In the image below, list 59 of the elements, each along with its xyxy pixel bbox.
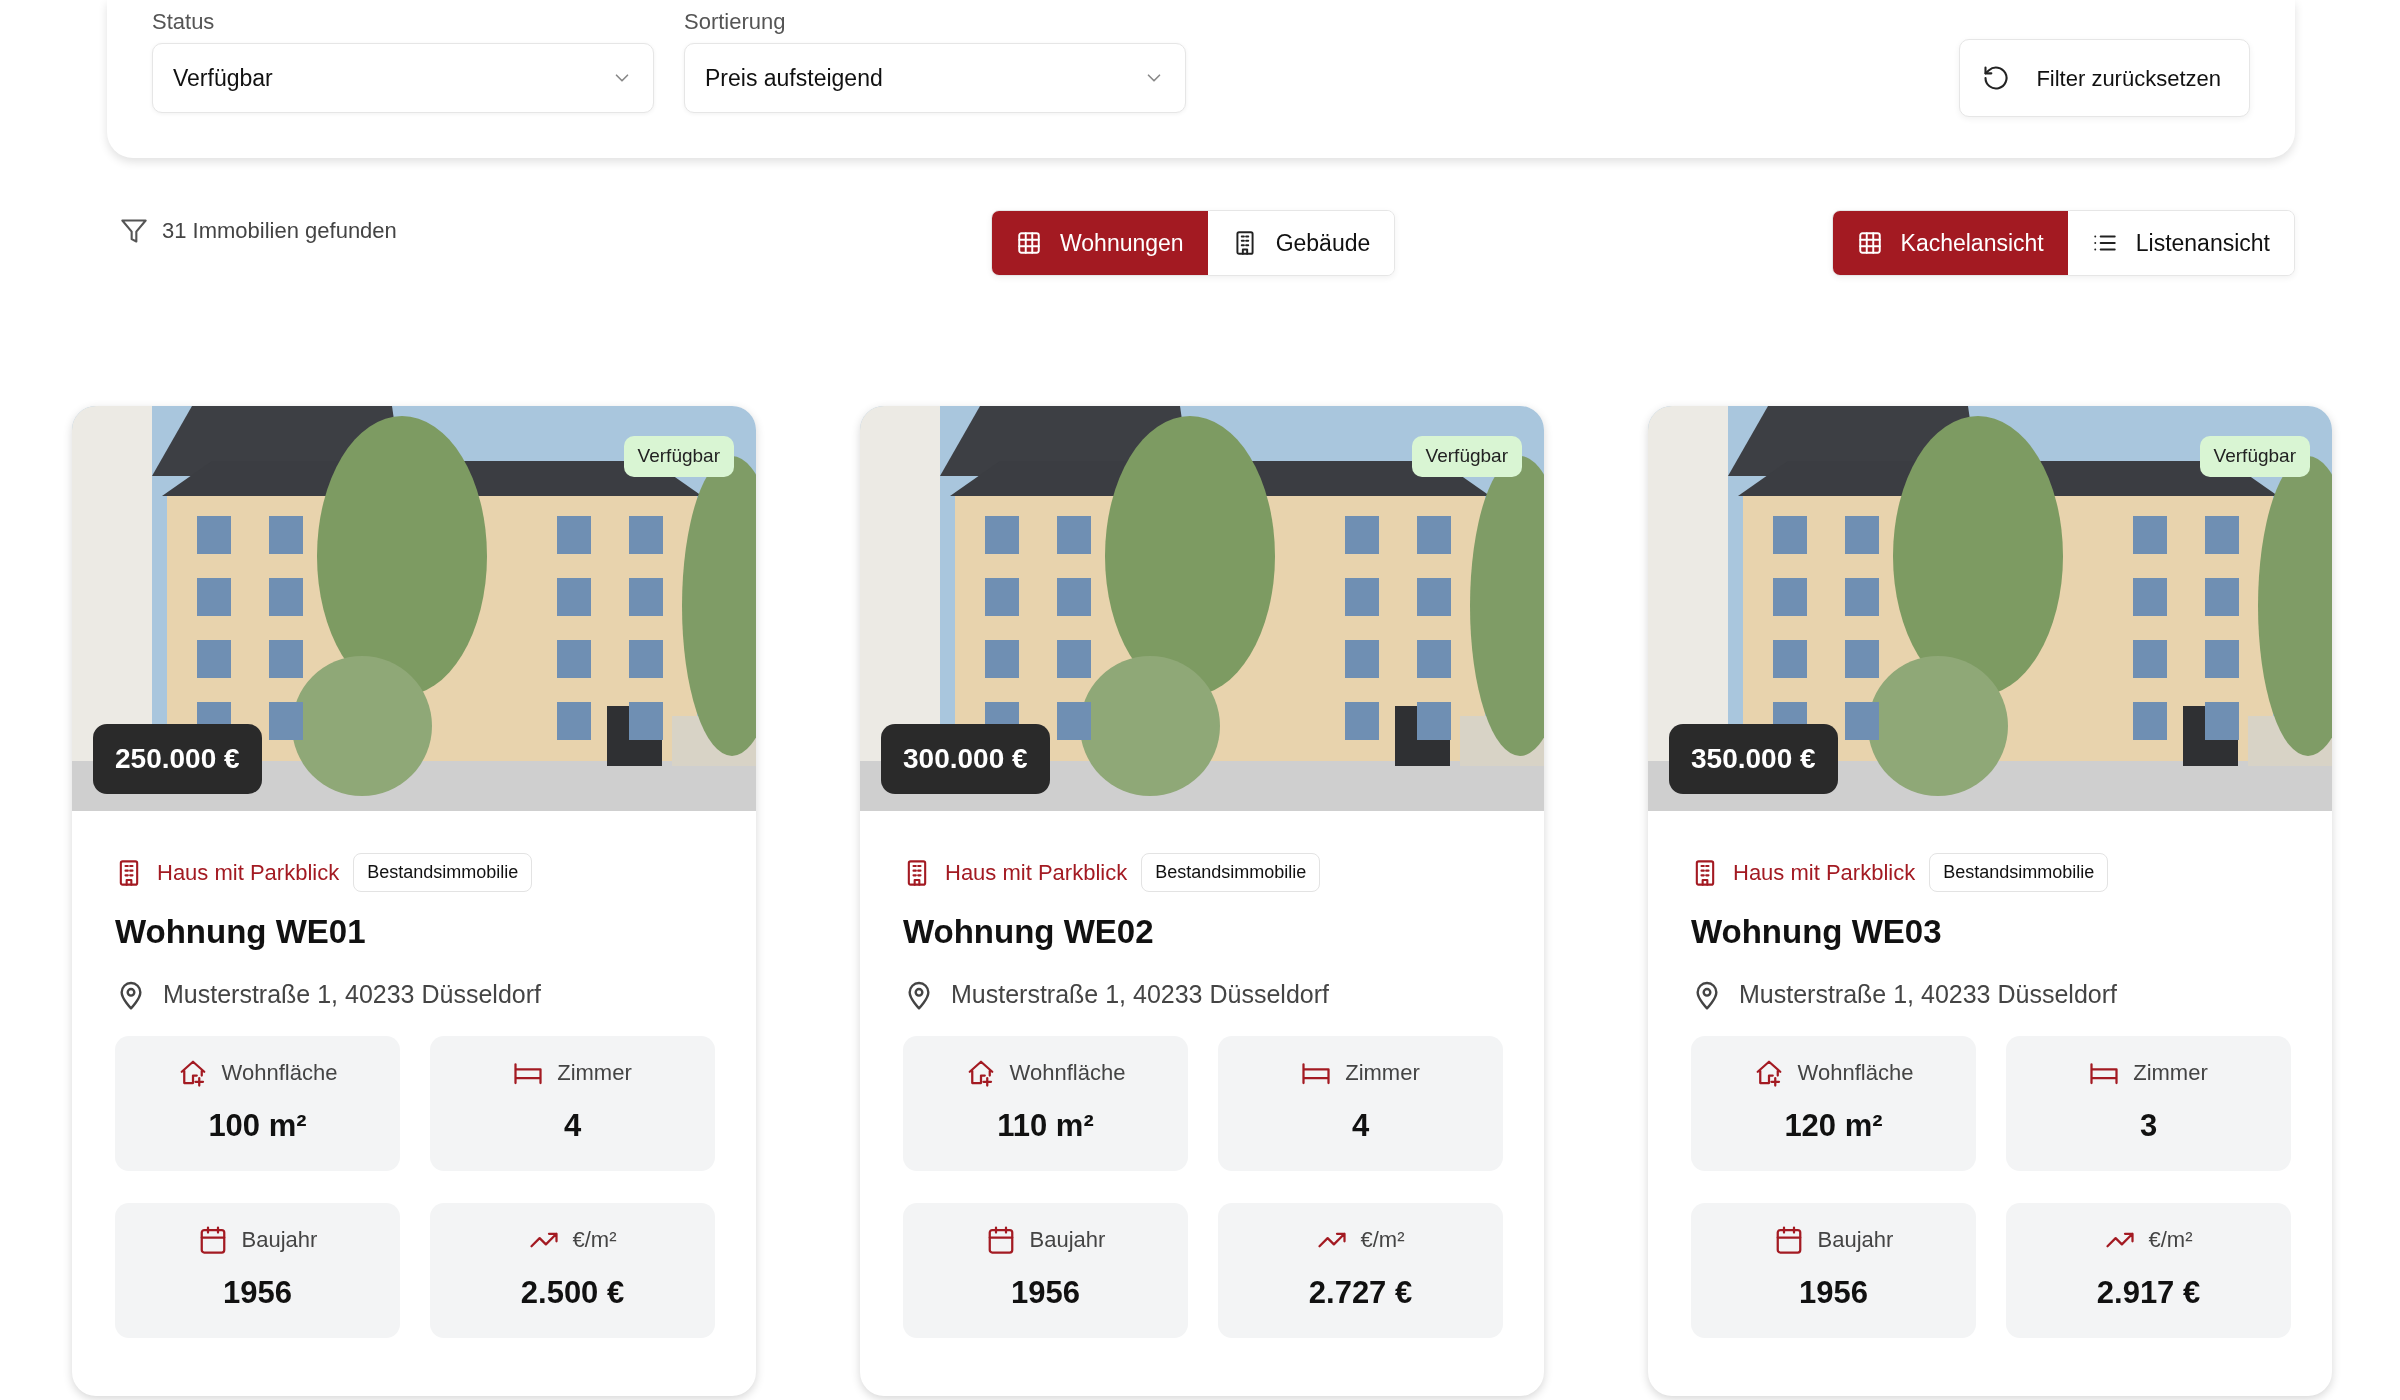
property-card[interactable]: Verfügbar 350.000 € Haus mit Parkblick Bestandsimmobilie Wohnung WE03 Musterstraße 1, 40233 Düsseldorf Wohnfläche 120 m² Zimmer 3 Baujahr 1956 €/m² 2.917 €: [1648, 406, 2332, 1396]
status-badge: Verfügbar: [623, 436, 734, 477]
stat-label: Wohnfläche: [221, 1059, 338, 1088]
filter-label: Status: [152, 9, 216, 35]
stat-value: 1956: [1799, 1274, 1868, 1313]
stat-label: €/m²: [1360, 1226, 1405, 1255]
price-badge: 250.000 €: [93, 724, 262, 794]
stat-label: Zimmer: [2133, 1059, 2208, 1088]
reset-filter-button[interactable]: Filter zurücksetzen: [1959, 39, 2250, 117]
category-tag: Bestandsimmobilie: [353, 853, 533, 892]
stat-value: 120 m²: [1784, 1107, 1883, 1146]
address-text: Musterstraße 1, 40233 Düsseldorf: [163, 979, 541, 1010]
price-badge: 350.000 €: [1669, 724, 1838, 794]
stat-value: 110 m²: [997, 1107, 1094, 1146]
toggle-tab[interactable]: Listenansicht: [2067, 211, 2294, 275]
card-title: Wohnung WE02: [903, 912, 1155, 952]
result-count: 31 Immobilien gefunden: [162, 217, 397, 245]
select-field[interactable]: Verfügbar: [152, 43, 654, 113]
address-text: Musterstraße 1, 40233 Düsseldorf: [1739, 979, 2117, 1010]
card-title: Wohnung WE03: [1691, 912, 1943, 952]
stat-value: 4: [1351, 1107, 1370, 1146]
status-badge: Verfügbar: [2199, 436, 2310, 477]
property-card[interactable]: Verfügbar 250.000 € Haus mit Parkblick Bestandsimmobilie Wohnung WE01 Musterstraße 1, 40233 Düsseldorf Wohnfläche 100 m² Zimmer 4 Baujahr 1956 €/m² 2.500 €: [72, 406, 756, 1396]
stat-label: Zimmer: [557, 1059, 632, 1088]
grid-icon: [1016, 230, 1042, 256]
filter-label: Sortierung: [684, 9, 787, 35]
toggle-tab[interactable]: Gebäude: [1207, 211, 1395, 275]
building-link[interactable]: Haus mit Parkblick: [157, 856, 340, 889]
stat-value: 2.727 €: [1308, 1274, 1413, 1313]
stat-label: Baujahr: [1817, 1226, 1894, 1255]
stat-label: Baujahr: [1029, 1226, 1106, 1255]
stat-value: 2.917 €: [2096, 1274, 2201, 1313]
stat-value: 1956: [223, 1274, 292, 1313]
property-card[interactable]: Verfügbar 300.000 € Haus mit Parkblick Bestandsimmobilie Wohnung WE02 Musterstraße 1, 40233 Düsseldorf Wohnfläche 110 m² Zimmer 4 Baujahr 1956 €/m² 2.727 €: [860, 406, 1544, 1396]
building-link[interactable]: Haus mit Parkblick: [945, 856, 1128, 889]
grid-icon: [1856, 230, 1883, 256]
select-field[interactable]: Preis aufsteigend: [684, 43, 1186, 113]
stat-label: Wohnfläche: [1797, 1059, 1914, 1088]
address-text: Musterstraße 1, 40233 Düsseldorf: [951, 979, 1329, 1010]
status-badge: Verfügbar: [1411, 436, 1522, 477]
card-title: Wohnung WE01: [115, 912, 367, 952]
category-tag: Bestandsimmobilie: [1929, 853, 2109, 892]
toggle-tab[interactable]: Wohnungen: [992, 211, 1208, 275]
filter-icon: [120, 216, 148, 245]
stat-value: 2.500 €: [520, 1274, 625, 1313]
building-link[interactable]: Haus mit Parkblick: [1733, 856, 1916, 889]
toggle-tab[interactable]: Kachelansicht: [1832, 211, 2068, 275]
stat-value: 100 m²: [208, 1107, 307, 1146]
stat-label: €/m²: [572, 1226, 617, 1255]
reset-icon: [1982, 64, 2011, 92]
category-tag: Bestandsimmobilie: [1141, 853, 1321, 892]
stat-label: Baujahr: [241, 1226, 318, 1255]
stat-value: 3: [2139, 1107, 2158, 1146]
price-badge: 300.000 €: [881, 724, 1050, 794]
stat-value: 4: [563, 1107, 582, 1146]
stat-label: Wohnfläche: [1009, 1059, 1126, 1088]
stat-label: Zimmer: [1345, 1059, 1420, 1088]
stat-label: €/m²: [2148, 1226, 2193, 1255]
stat-value: 1956: [1011, 1274, 1080, 1313]
